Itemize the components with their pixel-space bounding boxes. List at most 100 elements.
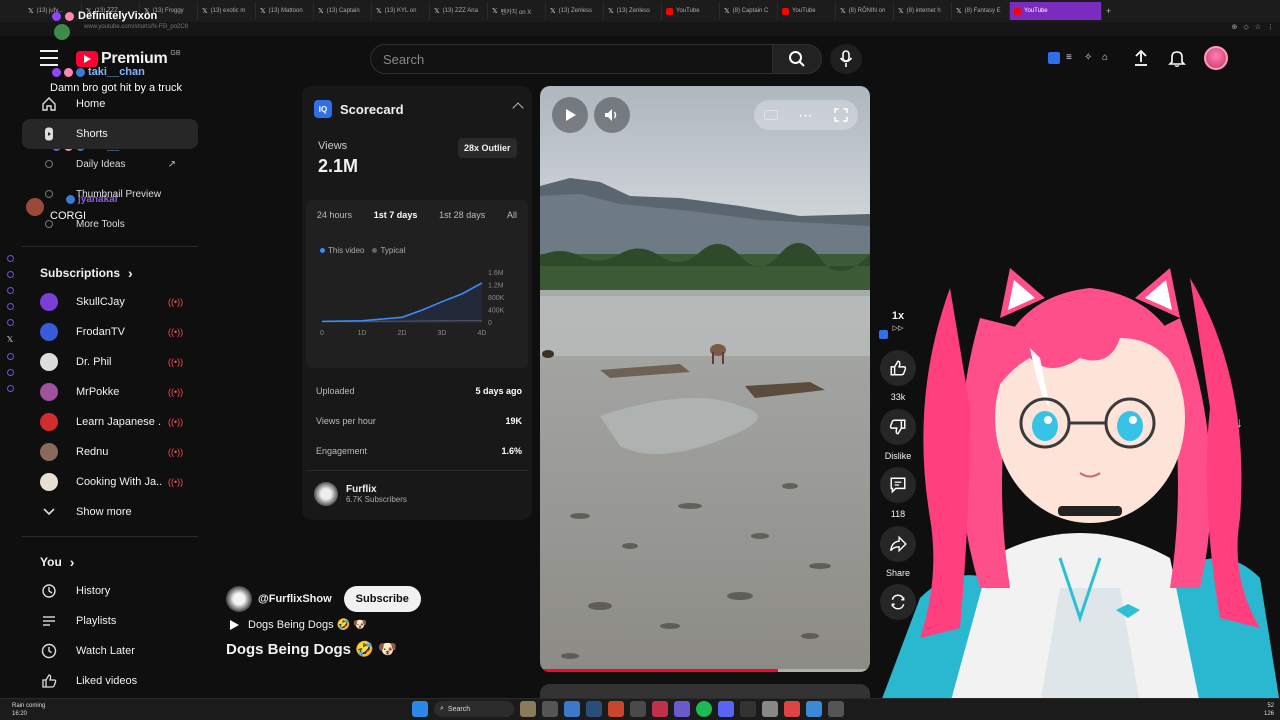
app-icon[interactable] <box>828 701 844 717</box>
sidebar-item-daily-ideas[interactable]: Daily Ideas ↗ <box>22 149 198 179</box>
app-icon[interactable] <box>806 701 822 717</box>
play-button[interactable] <box>552 97 588 133</box>
subscriptions-heading[interactable]: Subscriptions › <box>40 265 133 281</box>
browser-app-icon[interactable] <box>564 701 580 717</box>
subscription-item[interactable]: SkullCJay ((•)) <box>22 287 198 317</box>
list-icon[interactable]: ≡ <box>1066 52 1078 64</box>
menu-hamburger-icon[interactable] <box>40 50 58 66</box>
subscription-item[interactable]: FrodanTV ((•)) <box>22 317 198 347</box>
app-icon[interactable] <box>608 701 624 717</box>
notifications-bell-icon[interactable] <box>1168 49 1186 67</box>
steam-icon[interactable] <box>586 701 602 717</box>
tag-icon[interactable]: ⌂ <box>1102 52 1114 64</box>
tab-24-hours[interactable]: 24 hours <box>317 210 352 220</box>
zoom-icon[interactable]: ⊕ <box>1231 23 1237 31</box>
menu-icon[interactable]: ⋮ <box>1267 23 1274 31</box>
sidebar-item-home[interactable]: Home <box>22 89 198 119</box>
you-heading[interactable]: You › <box>40 554 74 570</box>
browser-tab[interactable]: YouTube <box>778 2 836 20</box>
app-icon[interactable] <box>630 701 646 717</box>
app-icon[interactable] <box>674 701 690 717</box>
subscription-item[interactable]: MrPokke ((•)) <box>22 377 198 407</box>
browser-tab[interactable]: 𝕏 (13) exotic m <box>198 2 256 20</box>
new-tab-button[interactable]: + <box>1106 6 1111 16</box>
captions-icon[interactable] <box>764 110 779 120</box>
sidebar-item-playlists[interactable]: Playlists <box>22 606 198 636</box>
dock-icon[interactable] <box>6 319 14 326</box>
legend-typical: Typical <box>372 246 405 255</box>
browser-tab[interactable]: 𝕏 (8) Captain C <box>720 2 778 20</box>
dock-icon[interactable] <box>6 303 14 310</box>
widgets-icon[interactable] <box>520 701 536 717</box>
browser-tab[interactable]: 𝕏 (8) Fantasy E <box>952 2 1010 20</box>
browser-tab[interactable]: 𝕏 (8) internet h <box>894 2 952 20</box>
volume-button[interactable] <box>594 97 630 133</box>
spotify-icon[interactable] <box>696 701 712 717</box>
video-title[interactable]: Dogs Being Dogs 🤣 🐶 <box>226 640 397 658</box>
sidebar-item-more-tools[interactable]: More Tools <box>22 209 198 239</box>
subscription-item[interactable]: Rednu ((•)) <box>22 437 198 467</box>
tab-all[interactable]: All <box>507 210 517 220</box>
dock-icon[interactable] <box>6 255 14 262</box>
address-bar[interactable]: www.youtube.com/shorts/N-F5l_po2C8 <box>84 24 188 30</box>
browser-tab[interactable]: YouTube <box>1010 2 1102 20</box>
search-input[interactable]: Search <box>370 44 772 74</box>
scorecard-channel[interactable]: Furflix 6.7K Subscribers <box>314 482 407 506</box>
collapse-chevron-icon[interactable] <box>512 102 524 114</box>
bookmark-icon[interactable]: ☆ <box>1255 23 1261 31</box>
browser-tab[interactable]: 𝕏 (8) RŌNIN on <box>836 2 894 20</box>
owner-avatar[interactable] <box>226 586 252 612</box>
dock-icon[interactable] <box>6 353 14 360</box>
task-view-icon[interactable] <box>542 701 558 717</box>
browser-tab[interactable]: YouTube <box>662 2 720 20</box>
extensions-icon[interactable]: ◇ <box>1243 23 1248 31</box>
sidebar-item-liked-videos[interactable]: Liked videos <box>22 666 198 696</box>
browser-tab[interactable]: 𝕏 펜카치 on X <box>488 2 546 20</box>
gear-extension-icon[interactable]: ✧ <box>1084 52 1096 64</box>
playlist-link[interactable]: Dogs Being Dogs 🤣 🐶 <box>228 618 367 631</box>
channel-handle[interactable]: @FurflixShow <box>258 593 332 605</box>
more-options-icon[interactable]: ⋯ <box>798 107 813 124</box>
dock-icon[interactable] <box>6 271 14 278</box>
dock-icon[interactable] <box>6 369 14 376</box>
show-more-button[interactable]: Show more <box>22 497 198 527</box>
shorts-icon <box>40 125 58 143</box>
app-icon[interactable] <box>762 701 778 717</box>
fullscreen-icon[interactable] <box>834 108 848 122</box>
system-clock[interactable]: 52 126 <box>1264 702 1274 718</box>
app-icon[interactable] <box>740 701 756 717</box>
voice-search-button[interactable] <box>830 44 862 74</box>
app-icon[interactable] <box>784 701 800 717</box>
sidebar-item-watch-later[interactable]: Watch Later <box>22 636 198 666</box>
taskbar-search[interactable]: ⌕ Search <box>434 701 514 717</box>
video-progress-bar[interactable] <box>540 669 870 672</box>
windows-start-icon[interactable] <box>412 701 428 717</box>
sidebar-item-history[interactable]: History <box>22 576 198 606</box>
browser-tab[interactable]: 𝕏 (13) Captain <box>314 2 372 20</box>
vidiq-icon[interactable] <box>1048 52 1060 64</box>
account-avatar[interactable] <box>1204 46 1228 70</box>
browser-tab[interactable]: 𝕏 (13) Zenless <box>604 2 662 20</box>
tab-first-28-days[interactable]: 1st 28 days <box>439 210 485 220</box>
app-icon[interactable] <box>652 701 668 717</box>
x-logo-icon[interactable]: 𝕏 <box>7 335 13 344</box>
dock-icon[interactable] <box>6 385 14 392</box>
browser-tab[interactable]: 𝕏 (13) KYL on <box>372 2 430 20</box>
subscription-item[interactable]: Dr. Phil ((•)) <box>22 347 198 377</box>
subscribe-button[interactable]: Subscribe <box>343 586 421 612</box>
sidebar-item-shorts[interactable]: Shorts <box>22 119 198 149</box>
search-button[interactable] <box>772 44 822 74</box>
scroll-down-arrow-icon[interactable]: ↓ <box>1236 414 1243 430</box>
shorts-video-player[interactable]: ⋯ <box>540 86 870 672</box>
discord-icon[interactable] <box>718 701 734 717</box>
subscription-item[interactable]: Learn Japanese ... ((•)) <box>22 407 198 437</box>
weather-widget[interactable]: Rain coming 16:20 <box>12 702 45 718</box>
dock-icon[interactable] <box>6 287 14 294</box>
browser-tab[interactable]: 𝕏 (13) ZZZ Ana <box>430 2 488 20</box>
sidebar-item-thumbnail-preview[interactable]: Thumbnail Preview <box>22 179 198 209</box>
browser-tab[interactable]: 𝕏 (13) Mattoon <box>256 2 314 20</box>
upload-icon[interactable] <box>1132 49 1150 67</box>
subscription-item[interactable]: Cooking With Ja... ((•)) <box>22 467 198 497</box>
tab-first-7-days[interactable]: 1st 7 days <box>374 210 418 220</box>
browser-tab[interactable]: 𝕏 (13) Zenless <box>546 2 604 20</box>
